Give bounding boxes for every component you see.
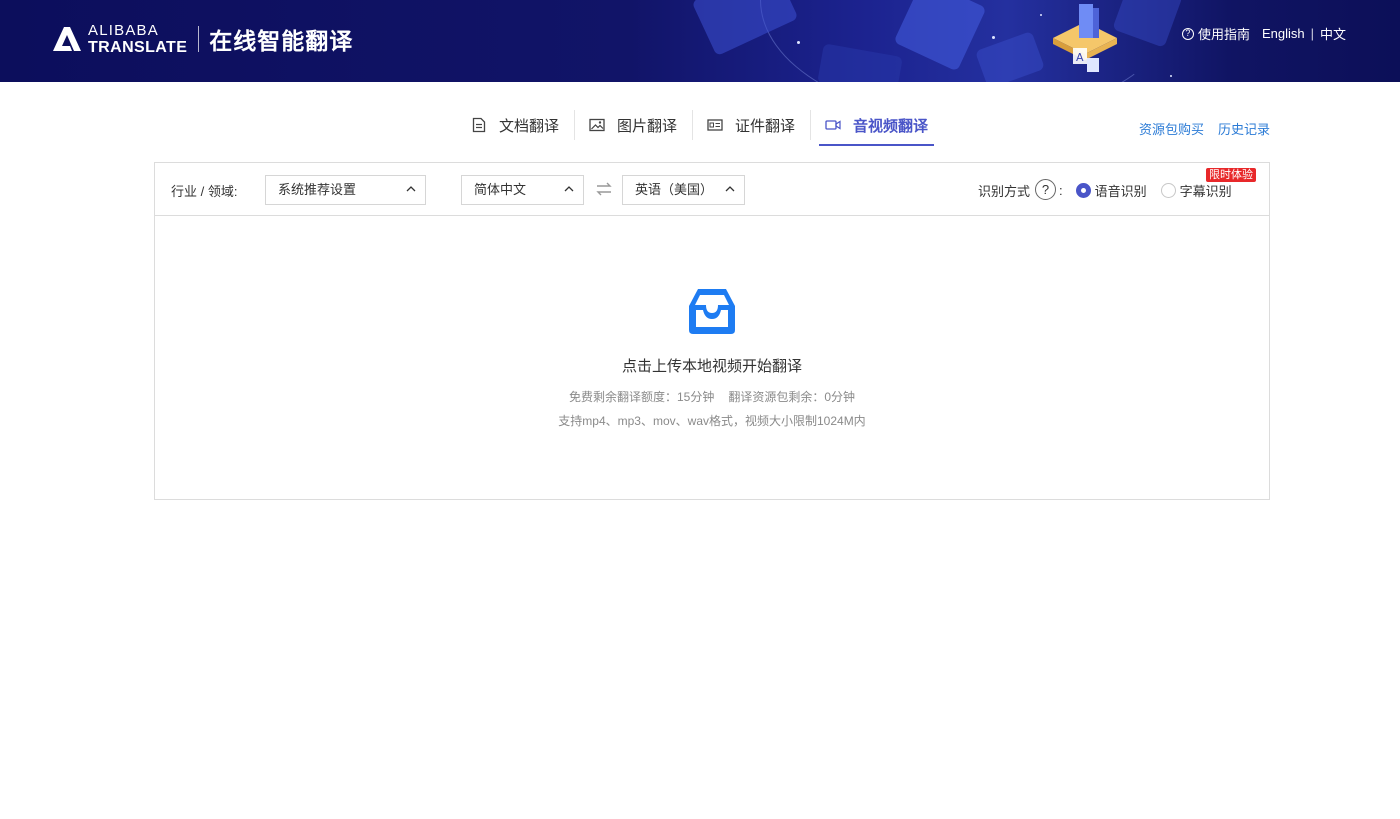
radio-checked-icon <box>1075 183 1091 198</box>
language-separator: | <box>1310 26 1314 41</box>
logo-divider <box>198 26 200 52</box>
recognition-colon: : <box>1059 183 1063 198</box>
recognition-label: 识别方式 <box>978 184 1031 199</box>
user-guide-link[interactable]: ? 使用指南 <box>1181 24 1250 43</box>
top-banner: ALIBABA TRANSLATE 在线智能翻译 A ? 使用指南 Englis… <box>0 0 1400 82</box>
translate-illustration-icon: A <box>1053 4 1117 72</box>
source-language-select[interactable]: 简体中文 <box>461 175 584 205</box>
logo-mark-icon <box>53 27 81 51</box>
swap-languages-icon[interactable] <box>595 180 613 198</box>
language-english[interactable]: English <box>1262 26 1305 41</box>
logo-wordmark: ALIBABA TRANSLATE <box>88 23 187 56</box>
domain-label: 行业 / 领域: <box>171 184 238 199</box>
limited-trial-badge: 限时体验 <box>1206 168 1256 182</box>
chevron-up-icon <box>406 186 416 192</box>
banner-decoration <box>797 41 800 44</box>
radio-subtitle-recognition[interactable]: 字幕识别 <box>1160 181 1232 200</box>
history-link[interactable]: 历史记录 <box>1218 119 1270 138</box>
upload-title: 点击上传本地视频开始翻译 <box>621 358 802 375</box>
tab-id-card-translate[interactable]: 证件翻译 <box>692 104 810 146</box>
domain-select-value: 系统推荐设置 <box>278 182 357 197</box>
top-links: 资源包购买 历史记录 <box>1125 119 1270 138</box>
purchase-package-link[interactable]: 资源包购买 <box>1139 119 1204 138</box>
settings-toolbar: 行业 / 领域: 系统推荐设置 简体中文 英语（美国） 识别方式 ? : 语音识… <box>155 163 1269 216</box>
source-language-value: 简体中文 <box>474 182 527 197</box>
user-guide-label: 使用指南 <box>1197 27 1250 42</box>
logo-text-bottom: TRANSLATE <box>88 38 188 56</box>
radio-speech-recognition[interactable]: 语音识别 <box>1075 181 1147 200</box>
logo-text-top: ALIBABA <box>88 21 159 39</box>
id-card-icon <box>707 117 723 133</box>
domain-select[interactable]: 系统推荐设置 <box>265 175 426 205</box>
chevron-up-icon <box>725 186 735 192</box>
tab-label: 音视频翻译 <box>853 117 929 135</box>
upload-dropzone[interactable]: 点击上传本地视频开始翻译 免费剩余翻译额度：15分钟 翻译资源包剩余：0分钟 支持… <box>155 217 1269 499</box>
recognition-method: 识别方式 ? : 语音识别 字幕识别 <box>978 179 1246 200</box>
header-nav: ? 使用指南 English | 中文 <box>1181 24 1346 43</box>
help-circle-icon: ? <box>1181 27 1194 40</box>
banner-decoration <box>992 36 995 39</box>
tab-label: 图片翻译 <box>617 117 678 135</box>
tab-label: 证件翻译 <box>735 117 796 135</box>
banner-decoration <box>1170 75 1172 77</box>
target-language-value: 英语（美国） <box>635 182 714 197</box>
package-quota-text: 翻译资源包剩余：0分钟 <box>728 390 856 404</box>
document-icon <box>471 117 487 133</box>
tab-image-translate[interactable]: 图片翻译 <box>574 104 692 146</box>
radio-label: 语音识别 <box>1094 184 1147 199</box>
chevron-up-icon <box>564 186 574 192</box>
inbox-upload-icon <box>689 289 735 334</box>
radio-label: 字幕识别 <box>1179 184 1232 199</box>
translate-panel: 行业 / 领域: 系统推荐设置 简体中文 英语（美国） 识别方式 ? : 语音识… <box>154 162 1270 500</box>
video-icon <box>825 117 841 133</box>
supported-formats-text: 支持mp4、mp3、mov、wav格式，视频大小限制1024M内 <box>558 414 866 428</box>
tab-document-translate[interactable]: 文档翻译 <box>456 104 574 146</box>
tab-label: 文档翻译 <box>499 117 560 135</box>
help-icon[interactable]: ? <box>1035 179 1057 200</box>
free-quota-text: 免费剩余翻译额度：15分钟 <box>568 390 715 404</box>
image-icon <box>589 117 605 133</box>
radio-unchecked-icon <box>1160 183 1176 198</box>
language-chinese[interactable]: 中文 <box>1320 24 1346 43</box>
product-title: 在线智能翻译 <box>209 28 354 54</box>
quota-info: 免费剩余翻译额度：15分钟 翻译资源包剩余：0分钟 <box>155 388 1269 405</box>
translation-type-tabs: 文档翻译 图片翻译 证件翻译 音视频翻译 <box>456 104 943 146</box>
alibaba-translate-logo[interactable]: ALIBABA TRANSLATE 在线智能翻译 <box>50 23 353 55</box>
banner-decoration <box>1040 14 1042 16</box>
svg-text:A: A <box>1076 51 1084 64</box>
target-language-select[interactable]: 英语（美国） <box>622 175 745 205</box>
tab-audio-video-translate[interactable]: 音视频翻译 <box>810 104 943 146</box>
